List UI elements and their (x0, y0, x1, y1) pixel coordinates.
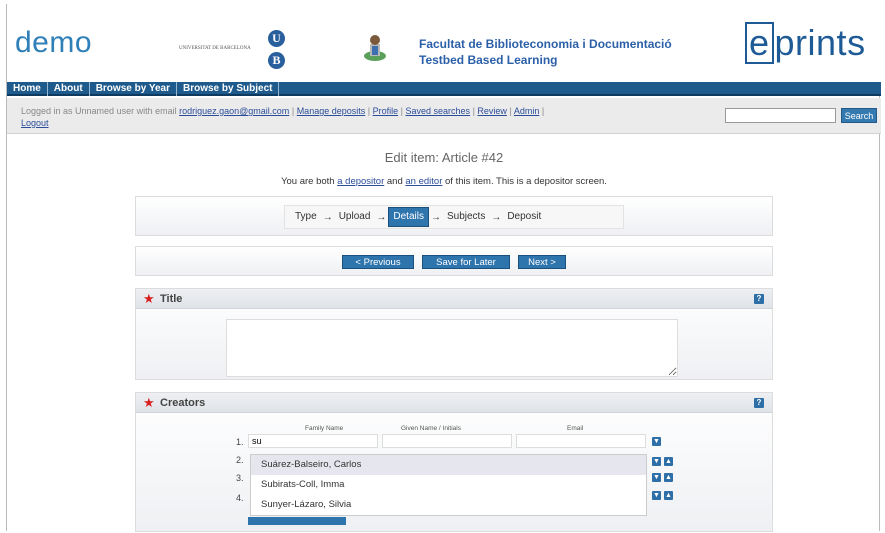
arrow-icon: → (491, 211, 502, 223)
saved-searches-link[interactable]: Saved searches (406, 106, 471, 116)
row-number: 4. (236, 493, 244, 503)
arrow-icon: → (430, 211, 441, 223)
suggestion-item[interactable]: Sunyer-Lázaro, Silvia (251, 495, 646, 515)
profile-link[interactable]: Profile (373, 106, 399, 116)
move-up-icon[interactable]: ▲ (664, 473, 673, 482)
nav-about[interactable]: About (48, 82, 90, 96)
email-input[interactable] (516, 434, 646, 448)
next-button[interactable]: Next > (518, 255, 566, 269)
role-info: You are both a depositor and an editor o… (281, 176, 607, 187)
login-bar: Logged in as Unnamed user with email rod… (7, 98, 881, 134)
faculty-title: Facultat de Biblioteconomia i Documentac… (419, 36, 672, 68)
move-down-icon[interactable]: ▼ (652, 457, 661, 466)
login-status: Logged in as Unnamed user with email rod… (21, 106, 545, 128)
title-label: Title (160, 293, 183, 305)
move-down-icon[interactable]: ▼ (652, 437, 661, 446)
save-for-later-button[interactable]: Save for Later (422, 255, 510, 269)
workflow-steps: Type → Upload → Details → Subjects → Dep… (284, 205, 624, 229)
form-buttons-panel: < Previous Save for Later Next > (135, 246, 773, 276)
move-up-icon[interactable]: ▲ (664, 491, 673, 500)
step-upload[interactable]: Upload (335, 208, 375, 226)
column-email: Email (567, 425, 584, 432)
title-section: ★ Title ? (135, 288, 773, 380)
nav-browse-by-subject[interactable]: Browse by Subject (177, 82, 280, 96)
autocomplete-dropdown: Suárez-Balseiro, Carlos Subirats-Coll, I… (250, 454, 647, 516)
column-family-name: Family Name (305, 425, 344, 432)
required-star-icon: ★ (143, 395, 155, 410)
help-icon[interactable]: ? (754, 294, 764, 304)
workflow-panel: Type → Upload → Details → Subjects → Dep… (135, 196, 773, 236)
eprints-wordmark: prints (774, 22, 866, 63)
arrow-icon: → (322, 211, 333, 223)
row-number: 2. (236, 455, 244, 465)
family-name-input[interactable] (248, 434, 378, 448)
move-down-icon[interactable]: ▼ (652, 473, 661, 482)
column-given-name: Given Name / Initials (401, 425, 461, 432)
given-name-input[interactable] (382, 434, 512, 448)
faculty-name: Facultat de Biblioteconomia i Documentac… (419, 37, 672, 51)
site-logo[interactable]: demo (15, 26, 92, 60)
suggestion-item[interactable]: Suárez-Balseiro, Carlos (251, 455, 646, 475)
step-subjects[interactable]: Subjects (443, 208, 489, 226)
move-up-icon[interactable]: ▲ (664, 457, 673, 466)
suggestion-item[interactable]: Subirats-Coll, Imma (251, 475, 646, 495)
creators-label: Creators (160, 397, 206, 409)
university-logo: UNIVERSITAT DE BARCELONA U B (177, 30, 327, 70)
required-star-icon: ★ (143, 291, 155, 306)
ub-b-mark: B (268, 52, 285, 69)
page-frame: demo UNIVERSITAT DE BARCELONA U B Facult… (6, 4, 881, 532)
arrow-icon: → (376, 211, 387, 223)
logout-link[interactable]: Logout (21, 118, 49, 128)
step-details[interactable]: Details (388, 207, 429, 227)
step-type[interactable]: Type (291, 208, 321, 226)
manage-deposits-link[interactable]: Manage deposits (297, 106, 366, 116)
depositor-link[interactable]: a depositor (337, 176, 384, 187)
faculty-logo-icon (364, 35, 386, 61)
editor-link[interactable]: an editor (405, 176, 442, 187)
creators-section: ★ Creators ? Family Name Given Name / In… (135, 392, 773, 532)
faculty-subtitle: Testbed Based Learning (419, 53, 558, 67)
eprints-e-mark: e (745, 22, 774, 64)
user-email-link[interactable]: rodriguez.gaon@gmail.com (179, 106, 289, 116)
page-title: Edit item: Article #42 (384, 150, 504, 165)
creators-section-header: ★ Creators ? (136, 393, 772, 413)
help-icon[interactable]: ? (754, 398, 764, 408)
ub-u-mark: U (268, 30, 285, 47)
title-field[interactable] (226, 319, 678, 377)
main-nav: Home About Browse by Year Browse by Subj… (7, 82, 881, 96)
search-button[interactable]: Search (841, 108, 877, 123)
previous-button[interactable]: < Previous (342, 255, 414, 269)
row-number: 1. (236, 437, 244, 447)
step-deposit[interactable]: Deposit (503, 208, 545, 226)
move-down-icon[interactable]: ▼ (652, 491, 661, 500)
login-prefix: Logged in as Unnamed user with email (21, 106, 177, 116)
university-name: UNIVERSITAT DE BARCELONA (179, 46, 251, 51)
site-header: demo UNIVERSITAT DE BARCELONA U B Facult… (7, 4, 881, 82)
eprints-logo: e prints (745, 22, 866, 64)
row-number: 3. (236, 473, 244, 483)
review-link[interactable]: Review (477, 106, 507, 116)
title-section-header: ★ Title ? (136, 289, 772, 309)
admin-link[interactable]: Admin (514, 106, 540, 116)
more-rows-button[interactable] (248, 517, 346, 525)
nav-home[interactable]: Home (7, 82, 48, 96)
nav-browse-by-year[interactable]: Browse by Year (90, 82, 177, 96)
search-input[interactable] (725, 108, 836, 123)
